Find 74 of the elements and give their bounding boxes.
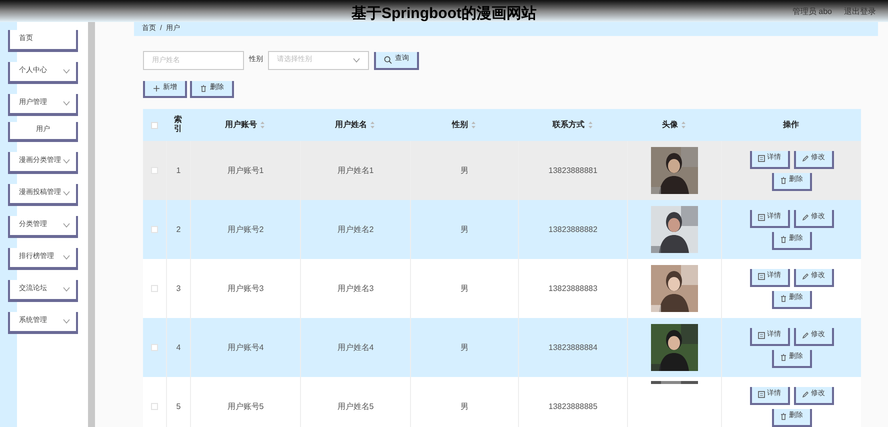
site-title: 基于Springboot的漫画网站 <box>352 4 536 24</box>
sort-icon[interactable] <box>681 121 686 129</box>
row-checkbox[interactable] <box>151 344 158 351</box>
table-cell: 用户姓名4 <box>337 342 374 354</box>
chevron-down-icon <box>63 319 70 324</box>
table-cell: 13823888885 <box>548 400 598 412</box>
document-icon <box>758 391 765 398</box>
column-header: 性别 <box>452 119 468 131</box>
row-checkbox[interactable] <box>151 167 158 174</box>
chevron-down-icon <box>63 191 70 196</box>
sort-icon[interactable] <box>471 121 476 129</box>
table-cell: 用户姓名5 <box>337 400 374 412</box>
table-cell: 用户账号3 <box>227 282 264 294</box>
trash-icon <box>780 295 787 302</box>
sort-icon[interactable] <box>588 121 592 129</box>
table-cell: 13823888884 <box>548 342 598 354</box>
table-cell: 男 <box>460 400 468 412</box>
table-cell: 用户姓名2 <box>337 224 374 236</box>
row-checkbox[interactable] <box>151 226 158 233</box>
admin-user: 管理员 abo <box>792 6 832 18</box>
select-all-checkbox[interactable] <box>151 122 158 128</box>
logout-link[interactable]: 退出登录 <box>844 6 876 18</box>
table-cell: 用户姓名1 <box>337 164 374 176</box>
document-icon <box>758 273 765 280</box>
trash-icon <box>780 177 787 184</box>
plus-icon <box>153 85 160 92</box>
table-cell: 男 <box>460 282 468 294</box>
table-cell: 13823888883 <box>548 282 598 294</box>
table-cell: 13823888882 <box>548 224 598 236</box>
chevron-down-icon <box>63 101 70 106</box>
chevron-down-icon <box>353 58 360 63</box>
table-cell: 用户账号2 <box>227 224 264 236</box>
document-icon <box>758 214 765 221</box>
table-cell: 用户账号1 <box>227 164 264 176</box>
table-cell: 用户账号4 <box>227 342 264 354</box>
column-header: 联系方式 <box>552 119 584 131</box>
table-cell: 13823888881 <box>548 164 598 176</box>
table-cell: 男 <box>460 342 468 354</box>
column-header: 用户姓名 <box>335 119 367 131</box>
table-cell: 2 <box>176 224 181 236</box>
chevron-down-icon <box>63 159 70 164</box>
column-header: 操作 <box>783 119 799 131</box>
trash-icon <box>780 413 787 420</box>
scrollbar[interactable] <box>88 22 95 427</box>
edit-icon <box>802 273 809 280</box>
trash-icon <box>780 354 787 361</box>
edit-icon <box>802 155 809 162</box>
column-header: 头像 <box>662 119 678 131</box>
table-cell: 3 <box>176 282 181 294</box>
table-cell: 用户姓名3 <box>337 282 374 294</box>
trash-icon <box>780 236 787 243</box>
edit-icon <box>802 391 809 398</box>
table-cell: 1 <box>176 164 181 176</box>
edit-icon <box>802 332 809 339</box>
search-icon <box>384 56 392 64</box>
table-cell: 5 <box>176 400 181 412</box>
chevron-down-icon <box>63 255 70 260</box>
chevron-down-icon <box>63 223 70 228</box>
document-icon <box>758 332 765 339</box>
column-header: 用户账号 <box>225 119 257 131</box>
chevron-down-icon <box>63 287 70 292</box>
table-cell: 用户账号5 <box>227 400 264 412</box>
table-cell: 男 <box>460 164 468 176</box>
edit-icon <box>802 214 809 221</box>
table-cell: 男 <box>460 224 468 236</box>
row-checkbox[interactable] <box>151 403 158 410</box>
row-checkbox[interactable] <box>151 285 158 292</box>
sort-icon[interactable] <box>260 121 265 129</box>
trash-icon <box>200 85 207 92</box>
document-icon <box>758 155 765 162</box>
table-cell: 4 <box>176 342 181 354</box>
sort-icon[interactable] <box>370 121 375 129</box>
column-header: 索引 <box>173 116 183 134</box>
chevron-down-icon <box>63 69 70 74</box>
